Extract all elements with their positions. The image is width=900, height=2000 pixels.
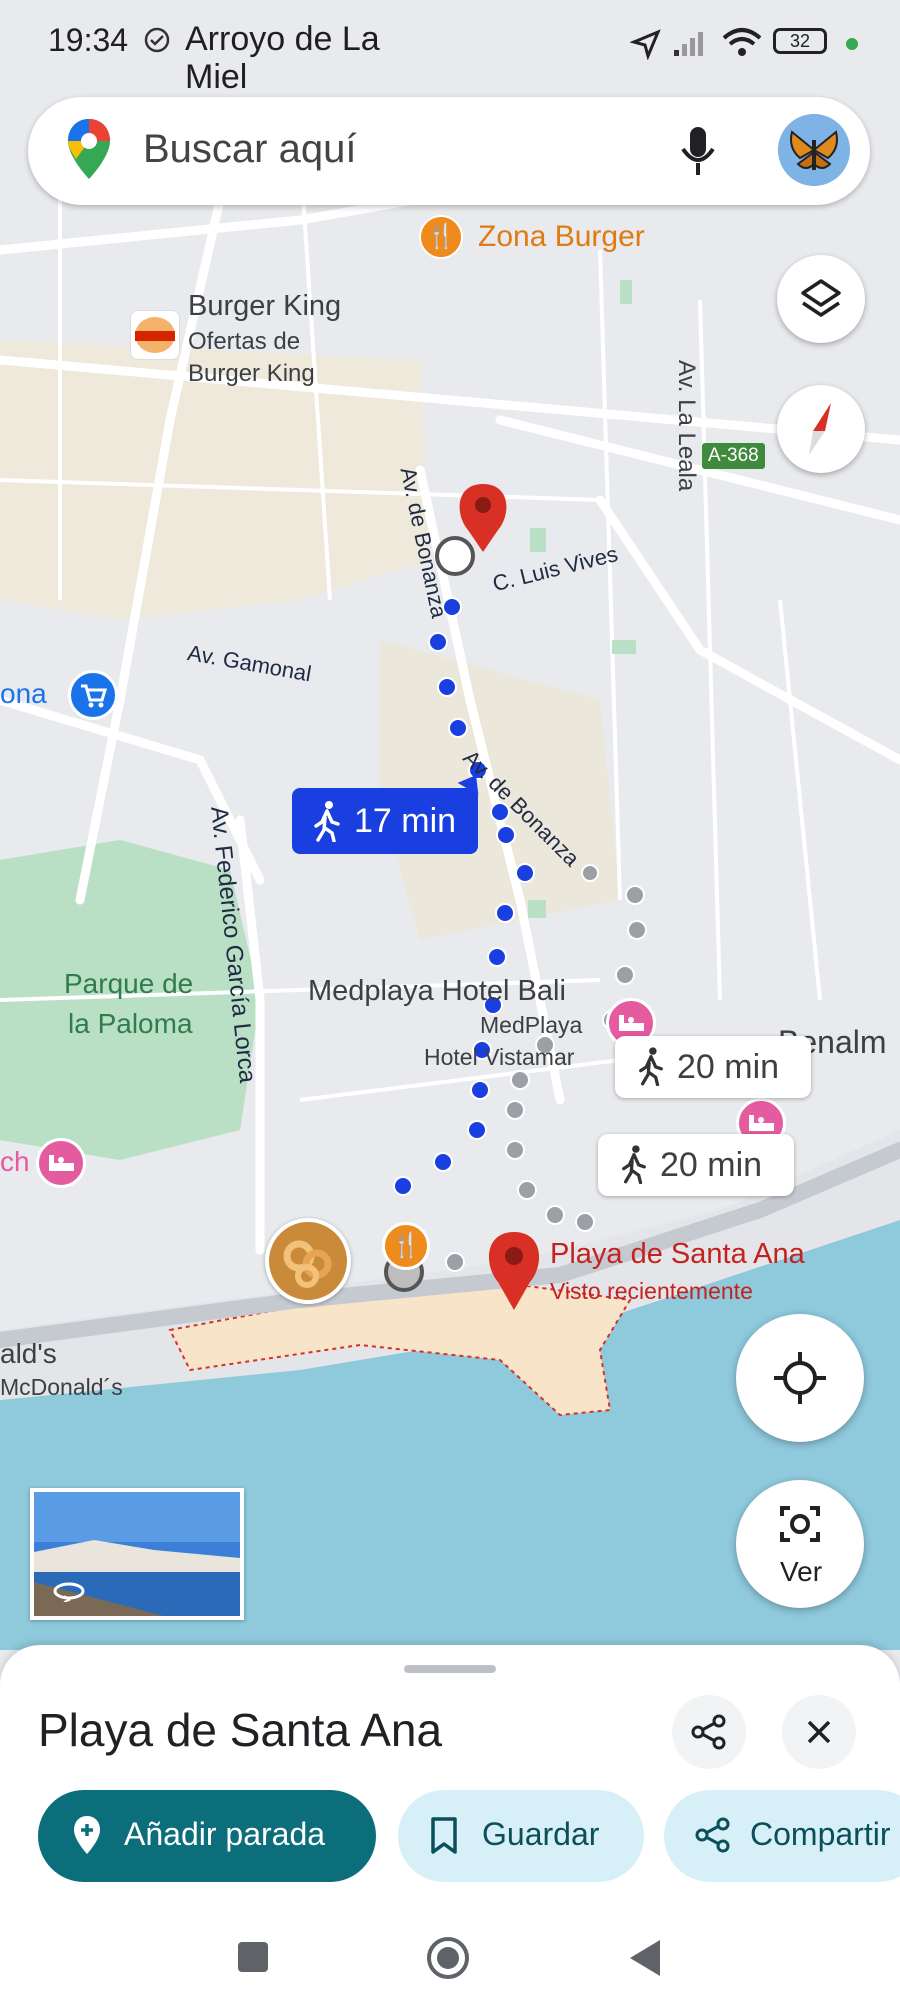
avatar[interactable] (778, 114, 850, 186)
map-label-medplaya[interactable]: MedPlaya (480, 1012, 582, 1039)
battery-dot-icon (846, 38, 858, 50)
share-icon-button[interactable] (672, 1695, 746, 1769)
map-label-ona[interactable]: ona (0, 678, 47, 710)
map-label-ch[interactable]: ch (0, 1146, 30, 1178)
walking-icon (312, 800, 342, 847)
status-time: 19:34 (48, 22, 129, 58)
save-chip[interactable]: Guardar (398, 1790, 644, 1882)
my-location-button[interactable] (736, 1314, 864, 1442)
battery-icon: 32 (773, 28, 827, 54)
home-nav-icon[interactable] (425, 1935, 471, 1986)
food-photo-marker[interactable] (265, 1218, 351, 1304)
share-label: Compartir (750, 1816, 891, 1852)
place-bottom-sheet[interactable]: Playa de Santa Ana Añadir parada Guardar… (0, 1645, 900, 2000)
map-label-burger-king[interactable]: Burger King (188, 290, 341, 323)
camera-lens-icon (778, 1502, 822, 1551)
map-label-zona-burger[interactable]: Zona Burger (478, 220, 645, 254)
map-label-alds[interactable]: ald's (0, 1338, 57, 1370)
wifi-icon (720, 26, 764, 63)
route-time-primary-label: 17 min (354, 802, 457, 840)
map-label-medplaya-bali[interactable]: Medplaya Hotel Bali (308, 975, 566, 1008)
map-label-hotel-vistamar[interactable]: Hotel Vistamar (424, 1044, 574, 1071)
map-label-mcdonalds: McDonald´s (0, 1374, 123, 1400)
place-title: Playa de Santa Ana (38, 1704, 443, 1756)
check-icon (143, 26, 171, 59)
add-stop-label: Añadir parada (124, 1816, 326, 1852)
map-label-playa-santa-ana[interactable]: Playa de Santa Ana (550, 1238, 805, 1271)
street-av-la-leala: Av. La Leala (673, 360, 700, 492)
navigation-arrow-icon (629, 28, 662, 65)
route-time-primary[interactable]: 17 min (292, 769, 487, 854)
share-icon (690, 1713, 728, 1756)
search-bar[interactable]: Buscar aquí (28, 97, 870, 205)
route-time-alt2[interactable]: 20 min (598, 1134, 794, 1196)
restaurant-poi-icon[interactable]: 🍴 (382, 1222, 430, 1270)
save-label: Guardar (482, 1816, 600, 1852)
route-time-alt2-label: 20 min (660, 1146, 763, 1184)
route-time-alt1-label: 20 min (677, 1048, 780, 1086)
lens-view-button[interactable]: Ver (736, 1480, 864, 1608)
add-stop-chip[interactable]: Añadir parada (38, 1790, 376, 1882)
search-input[interactable]: Buscar aquí (143, 127, 356, 172)
road-a368-badge: A-368 (702, 443, 765, 469)
layers-button[interactable] (777, 255, 865, 343)
map-label-ofertas: Ofertas de (188, 328, 301, 355)
layers-icon (799, 277, 843, 326)
back-nav-icon[interactable] (628, 1938, 662, 1983)
ver-label: Ver (780, 1556, 823, 1587)
share-chip[interactable]: Compartir (664, 1790, 900, 1882)
route-start-marker (435, 536, 475, 576)
status-bar: 19:34 Arroyo de La Miel 32 (0, 0, 900, 96)
street-view-thumbnail[interactable] (30, 1488, 244, 1620)
battery-level: 32 (789, 31, 811, 51)
compass-icon (801, 399, 841, 464)
recents-nav-icon[interactable] (236, 1940, 270, 1979)
share-icon (694, 1816, 732, 1862)
status-location: Arroyo de La Miel (185, 20, 380, 96)
map-label-parque-1[interactable]: Parque de (64, 968, 193, 1000)
bookmark-icon (430, 1816, 458, 1864)
walking-icon (620, 1144, 648, 1193)
map-label-burger-king-2: Burger King (188, 360, 315, 387)
shopping-cart-poi-icon[interactable] (68, 670, 118, 720)
maps-logo-icon (66, 117, 112, 188)
map-label-visto-recientemente: Visto recientemente (550, 1278, 753, 1304)
hotel-poi-icon-3[interactable] (36, 1138, 86, 1188)
close-button[interactable] (782, 1695, 856, 1769)
compass-button[interactable] (777, 385, 865, 473)
map-label-parque-2[interactable]: la Paloma (68, 1008, 193, 1040)
sheet-drag-handle[interactable] (404, 1665, 496, 1673)
signal-icon (672, 30, 712, 63)
add-pin-icon (72, 1814, 102, 1864)
microphone-icon[interactable] (680, 125, 716, 182)
route-time-alt1[interactable]: 20 min (615, 1036, 811, 1098)
street-view-360-icon (52, 1580, 86, 1607)
crosshair-icon (772, 1350, 828, 1411)
burger-king-logo-icon[interactable] (130, 310, 180, 360)
zona-burger-poi-icon[interactable]: 🍴 (419, 215, 463, 259)
close-icon (805, 1718, 833, 1751)
walking-icon (637, 1046, 665, 1095)
